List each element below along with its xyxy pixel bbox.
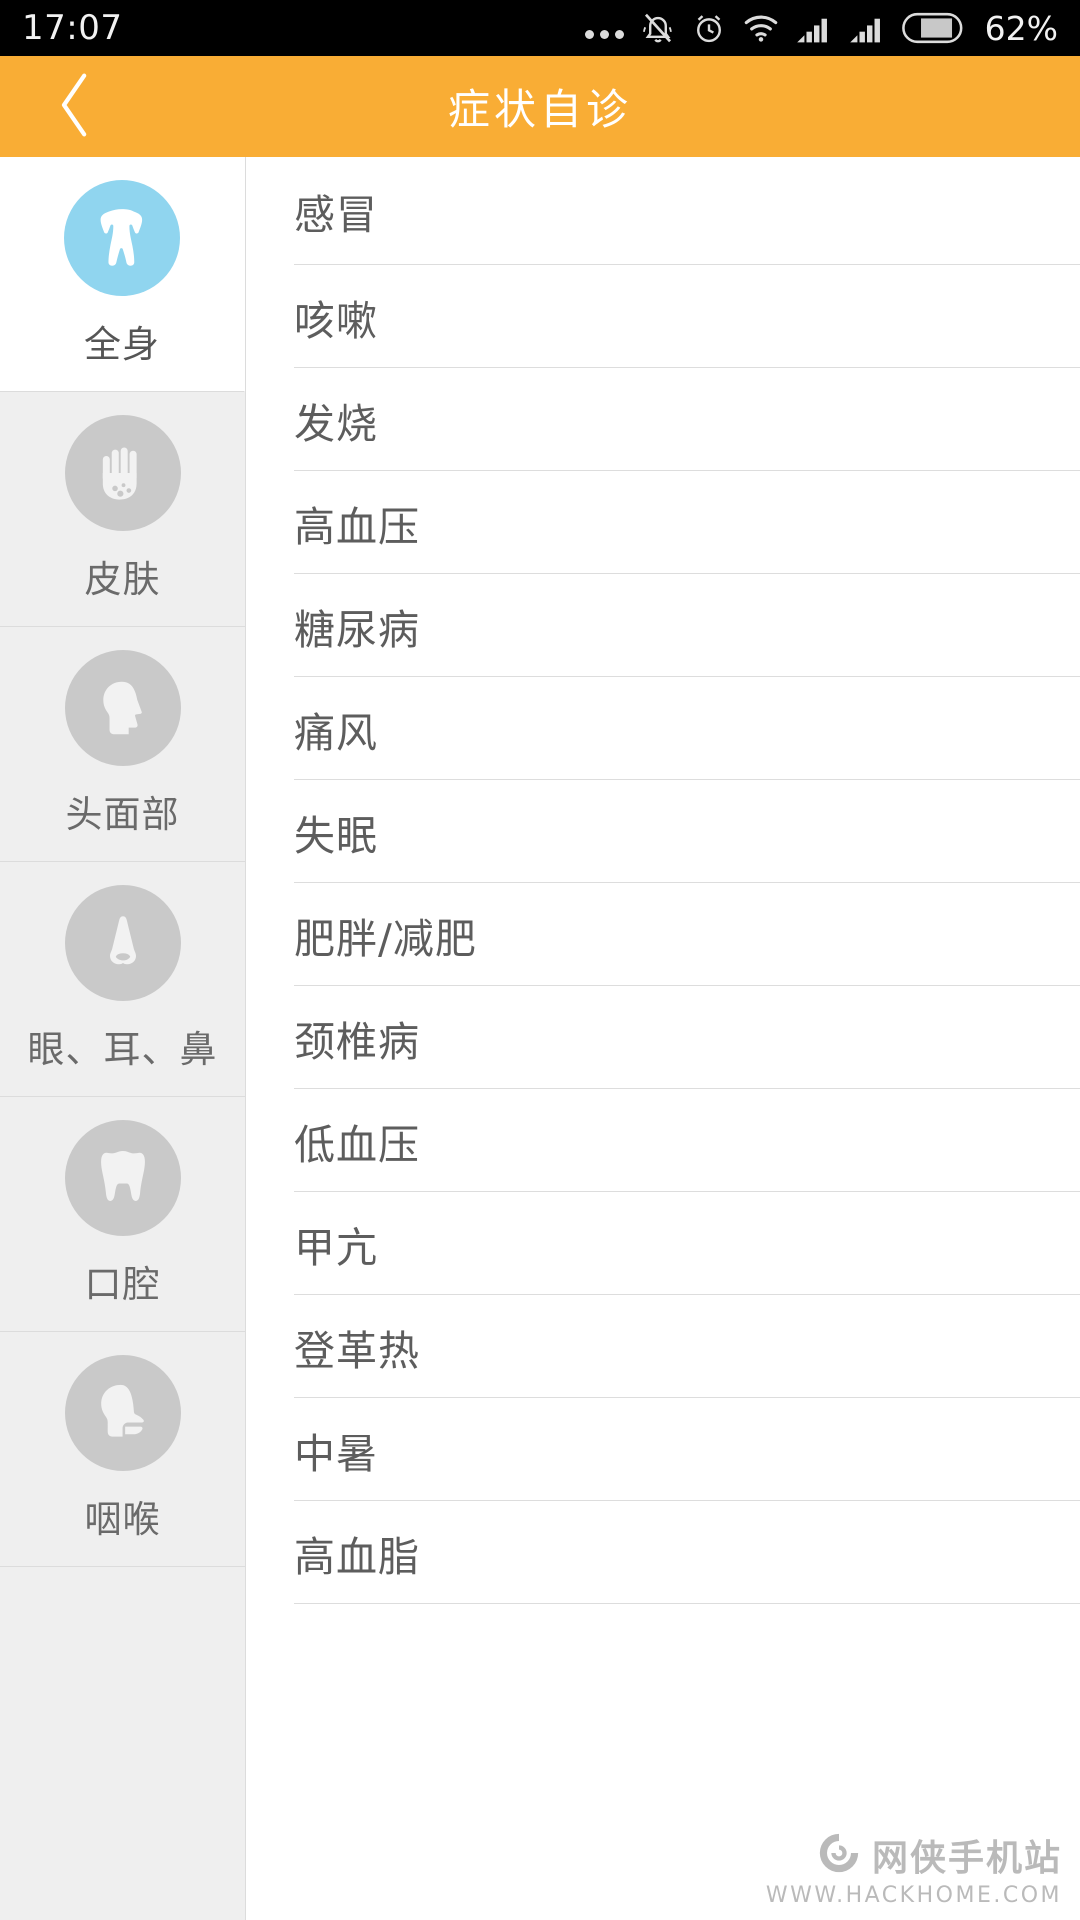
battery-icon <box>901 12 964 44</box>
app-header: 症状自诊 <box>0 56 1080 157</box>
sidebar-item-yanerbi[interactable]: 眼、耳、鼻 <box>0 862 245 1097</box>
page-title: 症状自诊 <box>447 85 632 134</box>
list-item-label: 登革热 <box>294 1326 420 1375</box>
list-item-label: 中暑 <box>294 1429 378 1478</box>
signal-bars-icon <box>796 12 832 44</box>
list-item[interactable]: 肥胖/减肥 <box>246 883 1080 986</box>
category-sidebar[interactable]: 全身 皮肤 头面部 眼、耳、鼻 口腔 咽喉 <box>0 157 246 1920</box>
bell-muted-icon <box>641 10 675 46</box>
list-item-label: 糖尿病 <box>294 605 420 654</box>
sidebar-item-kouqiang[interactable]: 口腔 <box>0 1097 245 1332</box>
list-item[interactable]: 中暑 <box>246 1398 1080 1501</box>
sidebar-item-label: 皮肤 <box>84 558 161 601</box>
list-item[interactable]: 失眠 <box>246 780 1080 883</box>
nose-icon <box>64 885 181 1001</box>
status-bar: 17:07 62% <box>0 0 1080 56</box>
list-item-label: 感冒 <box>294 191 378 239</box>
status-bar-clock: 17:07 <box>22 8 123 48</box>
list-item-label: 甲亢 <box>294 1223 378 1272</box>
list-item-label: 肥胖/减肥 <box>294 914 477 963</box>
symptom-list[interactable]: 感冒 咳嗽 发烧 高血压 糖尿病 痛风 失眠 肥胖/减肥 颈椎病 低血压 甲亢 … <box>246 157 1080 1920</box>
sidebar-item-toumianbu[interactable]: 头面部 <box>0 627 245 862</box>
list-item-label: 咳嗽 <box>294 296 378 345</box>
status-bar-icons: 62% <box>584 8 1058 48</box>
sidebar-item-label: 全身 <box>84 323 160 366</box>
list-item-label: 痛风 <box>294 708 378 757</box>
list-item[interactable]: 痛风 <box>246 677 1080 780</box>
list-item[interactable]: 颈椎病 <box>246 986 1080 1089</box>
sidebar-item-pifu[interactable]: 皮肤 <box>0 392 245 627</box>
list-item-label: 失眠 <box>294 811 378 860</box>
sidebar-item-label: 口腔 <box>84 1263 161 1306</box>
list-item-label: 高血压 <box>294 502 420 551</box>
list-item[interactable]: 发烧 <box>246 368 1080 471</box>
sidebar-item-label: 眼、耳、鼻 <box>27 1028 218 1071</box>
list-item[interactable]: 高血压 <box>246 471 1080 574</box>
tooth-icon <box>64 1120 181 1236</box>
list-item-label: 低血压 <box>294 1120 420 1169</box>
list-item-label: 发烧 <box>294 399 378 448</box>
list-item-label: 高血脂 <box>294 1532 420 1581</box>
throat-icon <box>64 1355 181 1471</box>
list-item[interactable]: 甲亢 <box>246 1192 1080 1295</box>
chevron-left-icon <box>53 68 97 146</box>
list-item-label: 颈椎病 <box>294 1017 420 1066</box>
list-item[interactable]: 高血脂 <box>246 1501 1080 1604</box>
list-item[interactable]: 登革热 <box>246 1295 1080 1398</box>
alarm-clock-icon <box>692 10 726 46</box>
sidebar-item-quanshen[interactable]: 全身 <box>0 157 245 392</box>
phone-screen: 17:07 62% 症状自诊 全身 皮肤 头面部 眼、耳、鼻 口腔 咽喉 感冒 … <box>0 0 1080 1920</box>
sidebar-item-label: 头面部 <box>65 793 180 836</box>
battery-percent-label: 62% <box>984 8 1058 48</box>
more-dots-icon <box>584 11 624 45</box>
list-item[interactable]: 咳嗽 <box>246 265 1080 368</box>
content-area: 全身 皮肤 头面部 眼、耳、鼻 口腔 咽喉 感冒 咳嗽 发烧 高血压 糖尿病 痛… <box>0 157 1080 1920</box>
hand-skin-icon <box>64 415 181 531</box>
sidebar-item-yanhou[interactable]: 咽喉 <box>0 1332 245 1567</box>
list-item[interactable]: 糖尿病 <box>246 574 1080 677</box>
sidebar-item-label: 咽喉 <box>84 1498 161 1541</box>
head-face-icon <box>64 650 181 766</box>
list-item[interactable]: 感冒 <box>246 157 1080 265</box>
list-item[interactable]: 低血压 <box>246 1089 1080 1192</box>
torso-body-icon <box>64 180 180 296</box>
signal-bars-icon <box>849 12 885 44</box>
wifi-icon <box>743 12 779 44</box>
back-button[interactable] <box>30 56 120 157</box>
